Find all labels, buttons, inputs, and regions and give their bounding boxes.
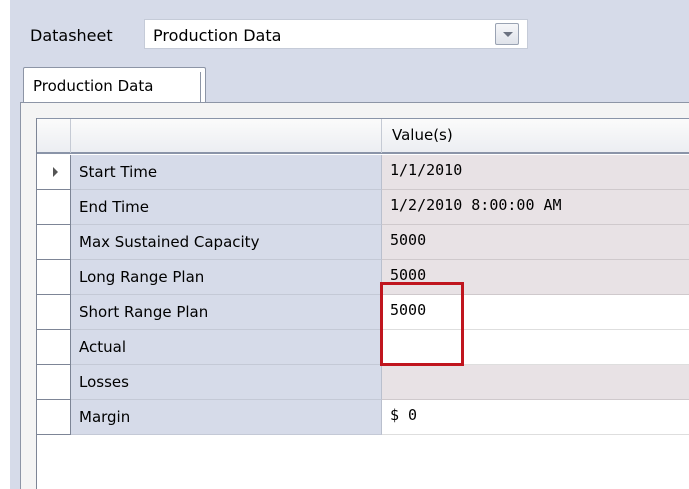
field-name-cell: End Time: [71, 190, 382, 225]
column-header-label: Value(s): [392, 126, 453, 144]
tab-production-data[interactable]: Production Data: [23, 67, 206, 103]
row-selector[interactable]: [37, 155, 71, 190]
field-name: End Time: [79, 198, 149, 216]
field-value-cell[interactable]: $ 0: [382, 400, 689, 435]
tab-separator: [200, 72, 203, 102]
field-name: Actual: [79, 338, 126, 356]
field-name-cell: Margin: [71, 400, 382, 435]
field-name: Short Range Plan: [79, 303, 209, 321]
field-name: Start Time: [79, 163, 158, 181]
field-name-cell: Short Range Plan: [71, 295, 382, 330]
field-name-cell: Max Sustained Capacity: [71, 225, 382, 260]
field-name-cell: Long Range Plan: [71, 260, 382, 295]
chevron-down-icon: [503, 32, 513, 37]
table-row[interactable]: Start Time 1/1/2010: [37, 155, 689, 190]
field-value-cell[interactable]: [382, 365, 689, 400]
table-row[interactable]: Losses: [37, 365, 689, 400]
field-name-cell: Start Time: [71, 155, 382, 190]
row-selector[interactable]: [37, 295, 71, 330]
row-selector[interactable]: [37, 330, 71, 365]
row-selector[interactable]: [37, 190, 71, 225]
row-selector[interactable]: [37, 260, 71, 295]
table-row[interactable]: Margin $ 0: [37, 400, 689, 435]
tab-strip: Production Data: [20, 65, 689, 103]
current-row-pointer-icon: [53, 167, 58, 177]
row-selector[interactable]: [37, 225, 71, 260]
table-row[interactable]: Max Sustained Capacity 5000: [37, 225, 689, 260]
highlight-box: [380, 282, 464, 366]
field-value-cell[interactable]: 1/1/2010: [382, 155, 689, 190]
column-header-values[interactable]: Value(s): [382, 119, 689, 153]
field-value-cell[interactable]: 1/2/2010 8:00:00 AM: [382, 190, 689, 225]
field-name-cell: Actual: [71, 330, 382, 365]
field-name: Max Sustained Capacity: [79, 233, 260, 251]
datasheet-selected-value: Production Data: [153, 26, 282, 45]
grid-header: Value(s): [37, 118, 689, 154]
datasheet-label: Datasheet: [30, 26, 113, 45]
row-selector[interactable]: [37, 365, 71, 400]
field-name-cell: Losses: [71, 365, 382, 400]
field-name: Long Range Plan: [79, 268, 205, 286]
field-name: Margin: [79, 408, 131, 426]
field-value: 1/1/2010: [390, 161, 463, 179]
field-value-cell[interactable]: 5000: [382, 225, 689, 260]
table-row[interactable]: End Time 1/2/2010 8:00:00 AM: [37, 190, 689, 225]
field-name: Losses: [79, 373, 129, 391]
property-grid: Value(s) Start Time 1/1/2010 End Time 1/…: [36, 118, 689, 489]
dropdown-button[interactable]: [495, 23, 519, 45]
row-header-corner: [37, 119, 71, 153]
tab-label: Production Data: [33, 77, 154, 95]
window: Datasheet Production Data Production Dat…: [0, 0, 689, 489]
row-selector[interactable]: [37, 400, 71, 435]
column-header-name[interactable]: [71, 119, 382, 153]
field-value: 5000: [390, 231, 427, 249]
table-row[interactable]: Long Range Plan 5000: [37, 260, 689, 295]
table-row[interactable]: Short Range Plan 5000: [37, 295, 689, 330]
field-value: 1/2/2010 8:00:00 AM: [390, 196, 562, 214]
table-row[interactable]: Actual: [37, 330, 689, 365]
datasheet-dropdown[interactable]: Production Data: [144, 19, 528, 49]
field-value: $ 0: [390, 406, 418, 424]
